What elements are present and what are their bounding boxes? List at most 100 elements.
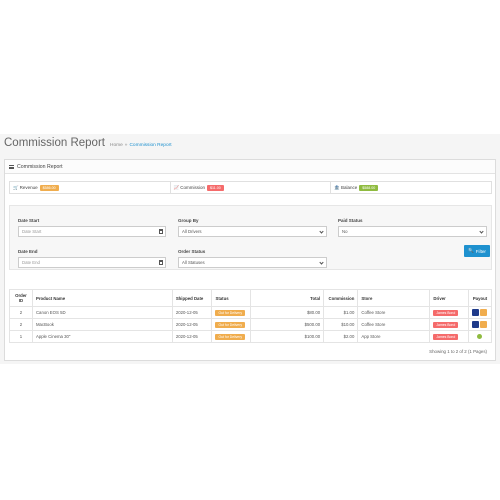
cell-store: App Store bbox=[357, 330, 431, 343]
cell-order-id: 2 bbox=[9, 306, 33, 319]
col-payout: Payout bbox=[467, 289, 493, 307]
date-start-input[interactable]: Date Start bbox=[18, 226, 166, 237]
filter-button-label: Filter bbox=[475, 248, 486, 254]
table-header-row: Order ID Product Name Shipped Date Statu… bbox=[9, 289, 493, 307]
table-row: 2 MacBook 2020-12-05 Out for Delivery $5… bbox=[9, 318, 493, 331]
cell-product-name: Canon EOS 5D bbox=[31, 306, 173, 319]
cell-product-name: MacBook bbox=[31, 318, 173, 331]
col-order-id[interactable]: Order ID bbox=[9, 289, 33, 307]
pay-button[interactable] bbox=[480, 321, 488, 328]
panel-title: Commission Report bbox=[17, 163, 63, 170]
pay-paypal-button[interactable] bbox=[472, 309, 480, 316]
driver-badge: James Bond bbox=[433, 321, 459, 328]
cell-total: $500.00 bbox=[250, 318, 325, 331]
chart-icon: 📈 bbox=[173, 184, 180, 190]
breadcrumb: Home » Commission Report bbox=[110, 143, 172, 148]
summary-commission: 📈 Commission $11.00 bbox=[171, 182, 332, 193]
table-row: 2 Canon EOS 5D 2020-12-05 Out for Delive… bbox=[9, 306, 493, 319]
cart-icon: 🛒 bbox=[13, 184, 19, 190]
cell-payout bbox=[467, 318, 493, 331]
pay-paypal-button[interactable] bbox=[472, 321, 480, 328]
calendar-icon[interactable] bbox=[159, 229, 163, 234]
cell-product-name: Apple Cinema 30" bbox=[31, 330, 173, 343]
calendar-icon[interactable] bbox=[159, 260, 163, 265]
cell-shipped-date: 2020-12-05 bbox=[171, 330, 213, 343]
summary-revenue: 🛒 Revenue $586.00 bbox=[10, 182, 171, 193]
group-by-value: All Drivers bbox=[182, 229, 202, 234]
col-total[interactable]: Total bbox=[250, 289, 325, 307]
col-status[interactable]: Status bbox=[211, 289, 252, 307]
status-badge: Out for Delivery bbox=[215, 321, 246, 328]
cell-commission: $2.00 bbox=[323, 330, 359, 343]
cell-status: Out for Delivery bbox=[211, 330, 252, 343]
chevron-down-icon bbox=[319, 229, 324, 234]
breadcrumb-home[interactable]: Home bbox=[110, 143, 123, 148]
date-start-placeholder: Date Start bbox=[22, 229, 42, 234]
balance-badge: $588.00 bbox=[359, 184, 379, 191]
revenue-badge: $586.00 bbox=[39, 184, 59, 191]
cell-order-id: 2 bbox=[9, 318, 33, 331]
col-driver[interactable]: Driver bbox=[429, 289, 469, 307]
driver-badge: James Bond bbox=[433, 309, 459, 316]
cell-commission: $1.00 bbox=[323, 306, 359, 319]
balance-label: Balance bbox=[340, 185, 358, 190]
paid-status-value: No bbox=[342, 229, 348, 234]
group-by-label: Group By bbox=[178, 218, 199, 223]
order-status-value: All Statuses bbox=[182, 260, 205, 265]
table-row: 1 Apple Cinema 30" 2020-12-05 Out for De… bbox=[9, 330, 493, 343]
commission-badge: $11.00 bbox=[207, 184, 224, 191]
order-status-label: Order Status bbox=[178, 249, 206, 254]
cell-status: Out for Delivery bbox=[211, 318, 252, 331]
pay-button[interactable] bbox=[480, 309, 488, 316]
page-title: Commission Report bbox=[4, 137, 105, 149]
date-end-label: Date End bbox=[18, 249, 38, 254]
page-header: Commission Report Home » Commission Repo… bbox=[4, 137, 172, 149]
cell-total: $80.00 bbox=[250, 306, 325, 319]
date-end-input[interactable]: Date End bbox=[18, 257, 166, 268]
commission-table: Order ID Product Name Shipped Date Statu… bbox=[9, 289, 493, 343]
driver-badge: James Bond bbox=[433, 333, 459, 340]
filter-icon: 🔍 bbox=[468, 248, 474, 253]
revenue-label: Revenue bbox=[19, 185, 38, 190]
cell-driver: James Bond bbox=[429, 330, 469, 343]
group-by-select[interactable]: All Drivers bbox=[178, 226, 327, 237]
check-icon bbox=[477, 333, 483, 339]
summary-balance: 🏦 Balance $588.00 bbox=[331, 182, 491, 193]
cell-total: $100.00 bbox=[250, 330, 325, 343]
commission-label: Commission bbox=[180, 185, 206, 190]
status-badge: Out for Delivery bbox=[215, 333, 246, 340]
col-store[interactable]: Store bbox=[357, 289, 431, 307]
filter-button[interactable]: 🔍 Filter bbox=[464, 245, 490, 257]
cell-shipped-date: 2020-12-05 bbox=[171, 306, 213, 319]
col-product-name[interactable]: Product Name bbox=[31, 289, 173, 307]
chevron-down-icon bbox=[319, 260, 324, 265]
pagination-info: Showing 1 to 2 of 2 (1 Pages) bbox=[429, 349, 487, 354]
cell-shipped-date: 2020-12-05 bbox=[171, 318, 213, 331]
panel-heading: Commission Report bbox=[5, 160, 495, 174]
chevron-down-icon bbox=[479, 229, 484, 234]
bank-icon: 🏦 bbox=[334, 184, 340, 190]
date-end-placeholder: Date End bbox=[22, 260, 40, 265]
cell-driver: James Bond bbox=[429, 306, 469, 319]
cell-payout bbox=[467, 330, 493, 343]
filter-panel: Date Start Date Start Group By All Drive… bbox=[9, 205, 492, 270]
paid-status-label: Paid Status bbox=[338, 218, 363, 223]
report-panel: Commission Report 🛒 Revenue $586.00 📈 Co… bbox=[4, 159, 496, 361]
cell-payout bbox=[467, 306, 493, 319]
col-commission[interactable]: Commission bbox=[323, 289, 359, 307]
cell-commission: $10.00 bbox=[323, 318, 359, 331]
date-start-label: Date Start bbox=[18, 218, 40, 223]
cell-status: Out for Delivery bbox=[211, 306, 252, 319]
cell-store: Coffee Store bbox=[357, 318, 431, 331]
cell-store: Coffee Store bbox=[357, 306, 431, 319]
cell-driver: James Bond bbox=[429, 318, 469, 331]
cell-order-id: 1 bbox=[9, 330, 33, 343]
order-status-select[interactable]: All Statuses bbox=[178, 257, 327, 268]
breadcrumb-separator: » bbox=[124, 143, 128, 148]
status-badge: Out for Delivery bbox=[215, 309, 246, 316]
list-icon bbox=[9, 164, 14, 169]
breadcrumb-current[interactable]: Commission Report bbox=[129, 143, 171, 148]
col-shipped-date[interactable]: Shipped Date bbox=[171, 289, 213, 307]
paid-status-select[interactable]: No bbox=[338, 226, 487, 237]
summary-bar: 🛒 Revenue $586.00 📈 Commission $11.00 🏦 … bbox=[9, 181, 492, 194]
